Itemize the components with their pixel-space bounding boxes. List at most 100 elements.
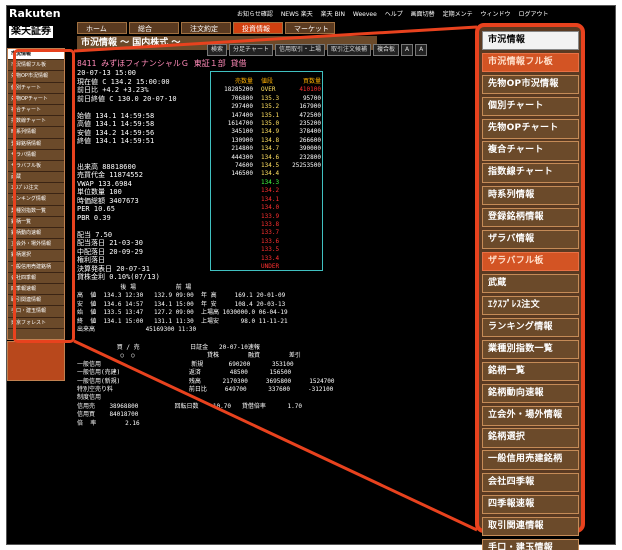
order-book-sell-qty: 130900 <box>231 136 253 144</box>
order-book-sell-column: 売数量 18285200 706800 297400 147400 1614700 3451… <box>217 78 253 179</box>
top-link[interactable]: ウィンドウ <box>481 11 511 18</box>
menu-item[interactable]: 先物OP市況情報 <box>482 75 579 95</box>
brand-top: Rakuten <box>9 7 61 20</box>
top-link[interactable]: 楽天 BIN <box>321 11 345 18</box>
top-link[interactable]: NEWS 楽天 <box>281 11 313 18</box>
order-book-buy-qty: 95700 <box>302 94 321 102</box>
quote-row: 貸株金利 0.10%(07/13) <box>77 273 160 281</box>
menu-item[interactable]: ザラバフル板 <box>482 251 579 271</box>
menu-item[interactable]: 市況情報フル板 <box>482 53 579 73</box>
order-book-price-column: 値段 OVER 135.3 135.2 135.1 135.0 134.9 134.8 134.… <box>261 78 279 271</box>
menu-item[interactable]: 時系列情報 <box>482 185 579 205</box>
order-book-price: 135.1 <box>261 111 280 119</box>
order-book-price: 134.2 <box>261 187 280 195</box>
order-book-price: 133.7 <box>261 229 280 237</box>
order-candidates-button[interactable]: 取引注文候補 <box>326 44 371 56</box>
tab-summary[interactable]: 総合 <box>129 22 179 34</box>
tab-orders[interactable]: 注文約定 <box>181 22 231 34</box>
order-book-price: 134.7 <box>261 145 280 153</box>
order-book-sell-qty: 18285200 <box>224 86 253 94</box>
menu-item[interactable]: 四季報速報 <box>482 494 579 514</box>
order-book-sell-qty: 706800 <box>231 94 253 102</box>
order-book-buy-qty: 25253500 <box>292 162 321 170</box>
order-book-price: 135.2 <box>261 103 280 111</box>
menu-item[interactable]: 個別チャート <box>482 97 579 117</box>
menu-item[interactable]: 銘柄動向速報 <box>482 384 579 404</box>
order-book-price: 133.8 <box>261 220 280 228</box>
session-prices: 後 場 前 場 高 値 134.3 12:30 132.9 09:00 年 高 … <box>77 284 288 334</box>
stock-title: 8411 みずほフィナンシャルＧ 東証１部 貸借 <box>77 59 247 68</box>
menu-item[interactable]: 武蔵 <box>482 273 579 294</box>
menu-item[interactable]: 銘柄一覧 <box>482 362 579 382</box>
order-book-sell-qty: 1614700 <box>227 120 253 128</box>
search-button[interactable]: 検索 <box>207 44 228 56</box>
top-link[interactable]: Weevee <box>353 11 377 18</box>
quote-toolbar: 検索 分足チャート 信用取引・上場 取引注文候補 複合板 A A <box>207 44 428 56</box>
top-link[interactable]: お知らせ確認 <box>237 11 273 18</box>
order-book-buy-qty: 472500 <box>299 111 321 119</box>
order-book-buy-qty: 167900 <box>299 103 321 111</box>
order-book-price: 134.8 <box>261 136 280 144</box>
top-link[interactable]: ヘルプ <box>385 11 403 18</box>
order-book-header-price: 値段 <box>261 78 274 85</box>
order-book-sell-qty: 345100 <box>231 128 253 136</box>
order-book-buy-qty: 266600 <box>299 136 321 144</box>
menu-item[interactable]: 業種別指数一覧 <box>482 340 579 360</box>
mini-sidebar-highlight-frame <box>13 49 75 343</box>
minute-chart-button[interactable]: 分足チャート <box>229 44 273 56</box>
order-book-header-sell: 売数量 <box>234 78 253 85</box>
order-book-price: 134.0 <box>261 204 280 212</box>
menu-item[interactable]: 立会外・場外情報 <box>482 406 579 426</box>
order-book-sell-qty: 214800 <box>231 145 253 153</box>
order-book-price: 133.4 <box>261 254 280 262</box>
order-book-buy-qty: 232800 <box>299 153 321 161</box>
menu-item[interactable]: 手口・建玉情報 <box>482 538 579 550</box>
order-book-sell-qty: 444300 <box>231 153 253 161</box>
menu-item[interactable]: ザラバ情報 <box>482 229 579 249</box>
top-link[interactable]: ログアウト <box>518 11 548 18</box>
menu-item[interactable]: 銘柄選択 <box>482 428 579 448</box>
tab-home[interactable]: ホーム <box>77 22 127 34</box>
order-book: 売数量 18285200 706800 297400 147400 1614700 3451… <box>210 71 323 271</box>
order-book-buy-qty: 410100 <box>299 86 321 94</box>
menu-item[interactable]: 市況情報 <box>482 31 579 51</box>
mini-sidebar-footer-banner <box>7 341 65 381</box>
credit-info: 買 / 売 日証金 20-07-10速報 ○ ○ 貸株 融資 差引 一般信用 新… <box>77 344 335 427</box>
order-book-price: 134.9 <box>261 128 280 136</box>
order-book-sell-qty: 297400 <box>231 103 253 111</box>
menu-item[interactable]: ｴｸｽﾌﾟﾚｽ注文 <box>482 295 579 316</box>
tab-investment-info[interactable]: 投資情報 <box>233 22 283 34</box>
menu-item[interactable]: 指数線チャート <box>482 163 579 183</box>
order-book-price: OVER <box>261 86 276 94</box>
font-size-large-button[interactable]: A <box>401 44 414 56</box>
order-book-price: 134.1 <box>261 195 280 203</box>
order-book-price: 134.3 <box>261 178 280 186</box>
menu-item[interactable]: 一般信用売建銘柄 <box>482 450 579 470</box>
order-book-buy-qty: 390000 <box>299 145 321 153</box>
order-book-sell-qty: 74600 <box>234 162 253 170</box>
order-book-buy-column: 買数量 410100 95700 167900 472500 235200 378400 26… <box>287 78 321 170</box>
menu-item[interactable]: 先物OPチャート <box>482 119 579 139</box>
order-book-price: 134.4 <box>261 170 280 178</box>
order-book-price: 135.3 <box>261 94 280 102</box>
menu-item[interactable]: 会社四季報 <box>482 472 579 492</box>
top-links: お知らせ確認 NEWS 楽天 楽天 BIN Weevee ヘルプ 画面切替 定期… <box>237 9 554 18</box>
menu-item[interactable]: 複合チャート <box>482 141 579 161</box>
order-book-price: 133.6 <box>261 237 280 245</box>
menu-item[interactable]: ランキング情報 <box>482 318 579 338</box>
menu-item[interactable]: 取引関連情報 <box>482 516 579 536</box>
order-book-header-buy: 買数量 <box>302 78 321 85</box>
menu-item[interactable]: 登録銘柄情報 <box>482 207 579 227</box>
top-link[interactable]: 画面切替 <box>411 11 435 18</box>
tab-market[interactable]: マーケット <box>285 22 335 34</box>
order-book-price: UNDER <box>261 262 280 270</box>
font-size-small-button[interactable]: A <box>415 44 428 56</box>
composite-board-button[interactable]: 複合板 <box>373 44 400 56</box>
order-book-price: 133.5 <box>261 246 280 254</box>
order-book-sell-qty: 147400 <box>231 111 253 119</box>
brand-bottom: 楽天証券 <box>9 26 53 38</box>
margin-listing-button[interactable]: 信用取引・上場 <box>274 44 325 56</box>
order-book-sell-qty: 146500 <box>231 170 253 178</box>
order-book-price: 133.9 <box>261 212 280 220</box>
top-link[interactable]: 定期メンテ <box>443 11 473 18</box>
